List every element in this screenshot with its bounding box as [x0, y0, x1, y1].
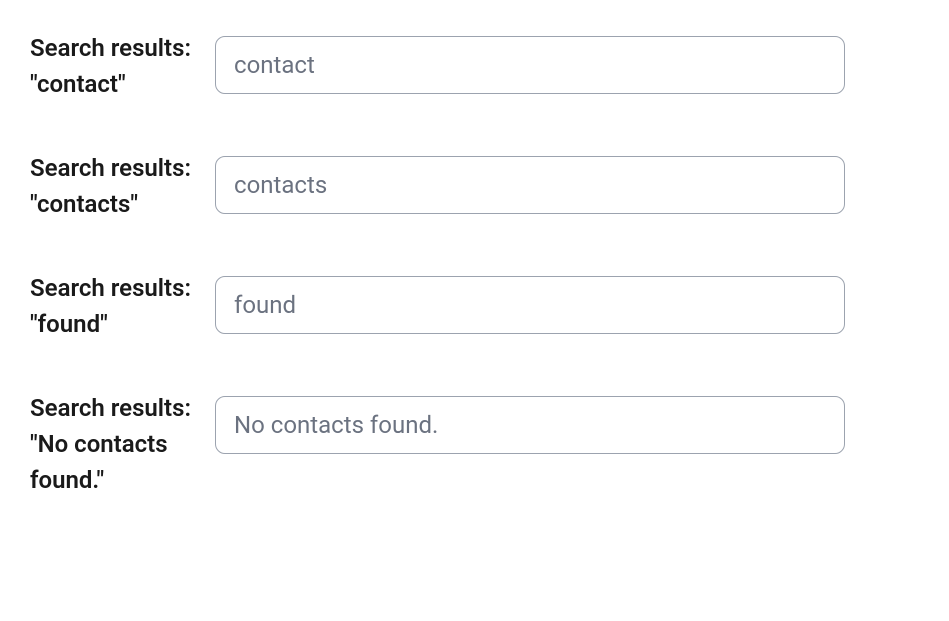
search-results-label: Search results: "found" [30, 270, 205, 342]
form-row-contacts: Search results: "contacts" [30, 150, 919, 222]
form-row-contact: Search results: "contact" [30, 30, 919, 102]
label-col: Search results: "No contacts found." [30, 390, 215, 498]
input-col [215, 390, 919, 454]
label-col: Search results: "contacts" [30, 150, 215, 222]
label-col: Search results: "found" [30, 270, 215, 342]
search-input-found[interactable] [215, 276, 845, 334]
search-results-label: Search results: "No contacts found." [30, 390, 205, 498]
input-col [215, 270, 919, 334]
form-row-no-contacts-found: Search results: "No contacts found." [30, 390, 919, 498]
input-col [215, 150, 919, 214]
search-input-contacts[interactable] [215, 156, 845, 214]
search-results-label: Search results: "contacts" [30, 150, 205, 222]
form-row-found: Search results: "found" [30, 270, 919, 342]
search-results-label: Search results: "contact" [30, 30, 205, 102]
search-input-no-contacts-found[interactable] [215, 396, 845, 454]
search-input-contact[interactable] [215, 36, 845, 94]
label-col: Search results: "contact" [30, 30, 215, 102]
input-col [215, 30, 919, 94]
